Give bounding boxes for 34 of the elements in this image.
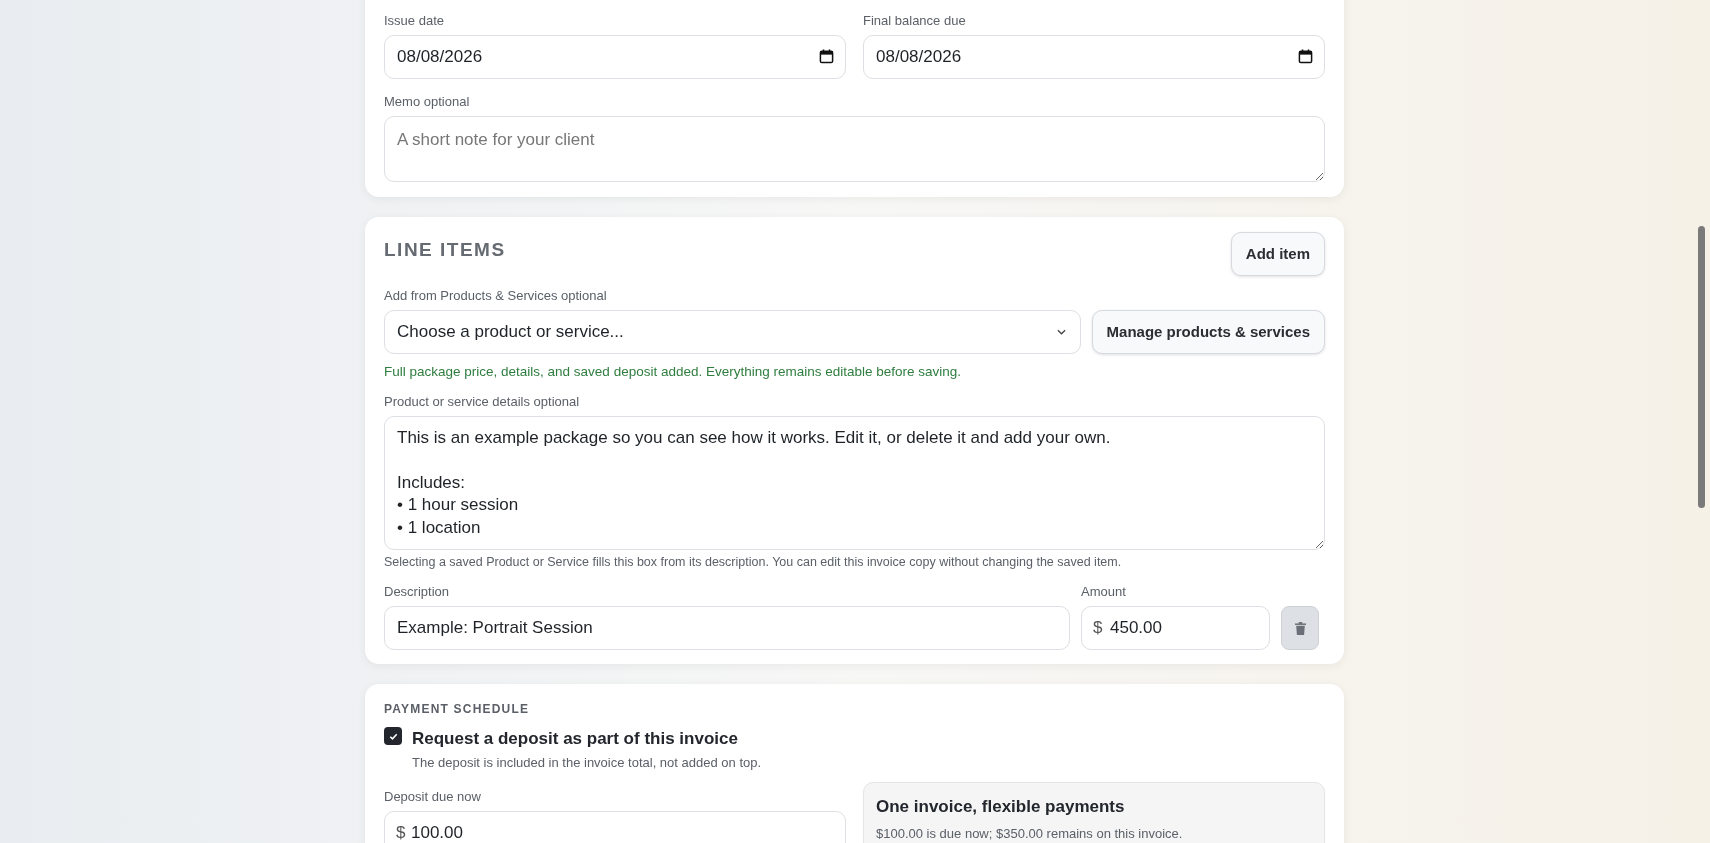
field-label: Final balance due	[863, 13, 967, 29]
memo-field[interactable]: A short note for your client	[384, 116, 1325, 182]
calendar-icon[interactable]	[819, 49, 834, 64]
currency-symbol: $	[1093, 617, 1103, 639]
summary-title: One invoice, flexible payments	[876, 796, 1126, 818]
product-select[interactable]: Choose a product or service...	[384, 310, 1081, 354]
field-label: Memo optional	[384, 94, 471, 110]
section-title: LINE ITEMS	[384, 238, 506, 262]
details-field[interactable]: This is an example package so you can see how it works. Edit it, or delete it and add your own. Includes: • 1 hour session • 1 location	[384, 416, 1325, 551]
field-label: Deposit due now	[384, 789, 482, 805]
currency-symbol: $	[396, 822, 406, 843]
checkbox-label: Request a deposit as part of this invoice	[412, 728, 739, 750]
field-label: Amount	[1081, 584, 1127, 600]
field-label: Issue date	[384, 13, 445, 29]
section-title: PAYMENT SCHEDULE	[384, 701, 531, 718]
trash-icon	[1294, 621, 1306, 635]
calendar-icon[interactable]	[1298, 49, 1313, 64]
checkbox-hint: The deposit is included in the invoice total, not added on top.	[412, 753, 762, 772]
summary-text: $100.00 is due now; $350.00 remains on this invoice.	[876, 824, 1184, 843]
success-message: Full package price, details, and saved deposit added. Everything remains editable before saving.	[384, 363, 963, 381]
field-label: Description	[384, 584, 451, 600]
select-value: Choose a product or service...	[397, 321, 624, 344]
checkbox[interactable]	[384, 727, 402, 745]
chevron-down-icon	[1056, 329, 1066, 335]
help-text: Selecting a saved Product or Service fills this box from its description. You can edit this invoice copy without changing the saved item.	[384, 554, 1123, 572]
description-field[interactable]: Example: Portrait Session	[384, 606, 1070, 650]
field-label: Product or service details optional	[384, 394, 581, 411]
manage-products-button[interactable]: Manage products & services	[1091, 310, 1325, 354]
add-item-button[interactable]: Add item	[1230, 232, 1325, 276]
date-field[interactable]: 08/08/2026	[863, 35, 1325, 79]
scrollbar[interactable]	[1698, 226, 1705, 508]
delete-button[interactable]	[1281, 606, 1319, 650]
date-field[interactable]: 08/08/2026	[384, 35, 846, 79]
field-label: Add from Products & Services optional	[384, 288, 608, 304]
